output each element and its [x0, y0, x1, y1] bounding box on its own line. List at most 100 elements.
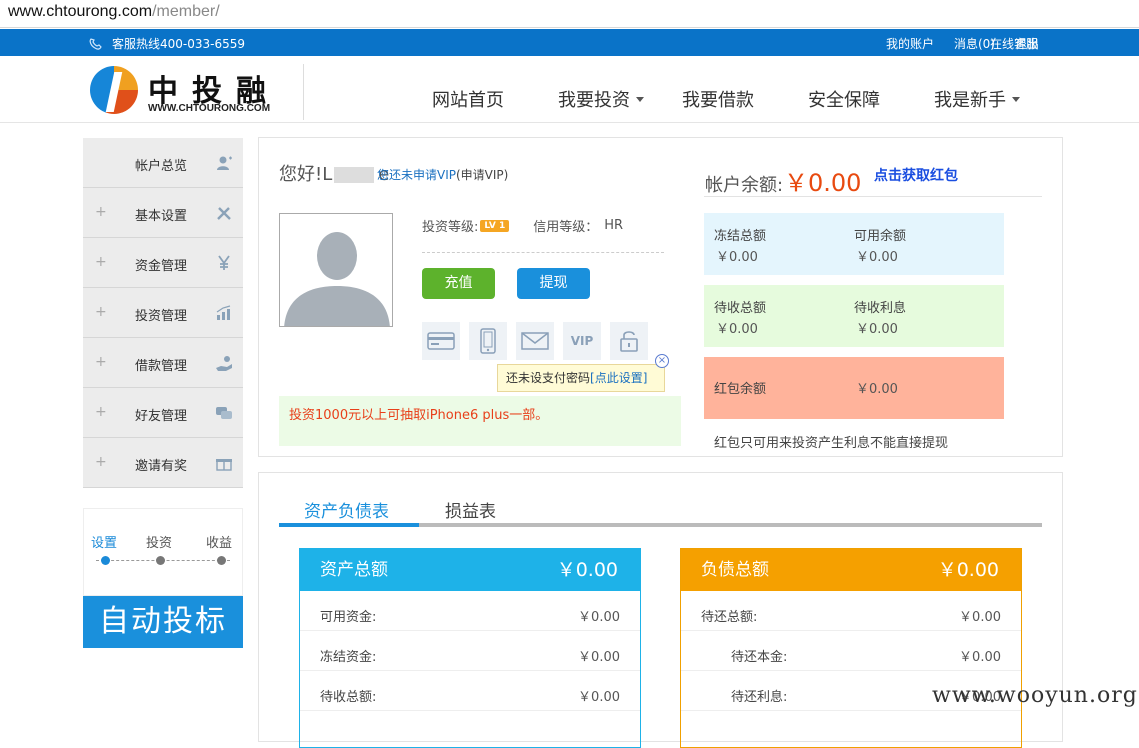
- credit-level-value: HR: [604, 218, 624, 233]
- table-row: 待还本金: ￥0.00: [681, 631, 1021, 671]
- expand-icon: +: [95, 404, 107, 420]
- withdraw-button[interactable]: 提现: [517, 268, 590, 299]
- phone-icon: [89, 37, 102, 50]
- user-icon: [215, 154, 233, 172]
- row-label: 待还总额:: [701, 610, 758, 625]
- table-row: 冻结资金: ￥0.00: [300, 631, 640, 671]
- sidebar-item-investments[interactable]: + 投资管理: [83, 288, 243, 338]
- nav-home[interactable]: 网站首页: [432, 86, 504, 112]
- vip-icon-text: VIP: [570, 334, 594, 348]
- avatar[interactable]: [279, 213, 393, 327]
- my-account-link[interactable]: 我的账户: [886, 35, 934, 52]
- sidebar-item-friends[interactable]: + 好友管理: [83, 388, 243, 438]
- vip-icon[interactable]: VIP: [563, 322, 601, 360]
- sidebar-item-label: 投资管理: [135, 309, 188, 324]
- table-row: 待收总额: ￥0.00: [300, 671, 640, 711]
- funds-pending-interest: 待收总额 ￥0.00 待收利息 ￥0.00: [704, 285, 1004, 347]
- funds-redpack: 红包余额 ￥0.00: [704, 357, 1004, 419]
- expand-icon: +: [95, 204, 107, 220]
- site-logo[interactable]: 中投融 WWW.CHTOURONG.COM: [90, 64, 304, 120]
- row-value: ￥0.00: [578, 650, 620, 665]
- get-redpack-link[interactable]: 点击获取红包: [874, 165, 958, 185]
- tab-income-statement[interactable]: 损益表: [445, 497, 496, 528]
- messages-link[interactable]: 消息(0): [954, 35, 995, 52]
- expand-icon: +: [95, 254, 107, 270]
- redpack-note: 红包只可用来投资产生利息不能直接提现: [714, 436, 949, 451]
- hotline: 客服热线400-033-6559: [88, 35, 245, 52]
- online-service-link[interactable]: 在线客服: [990, 35, 1038, 52]
- auto-bid-steps: 设置 投资 收益: [83, 508, 243, 596]
- interest-label: 待收利息: [854, 301, 907, 316]
- chat-icon: [215, 404, 233, 422]
- row-value: ￥0.00: [578, 690, 620, 705]
- step-dot: [217, 556, 226, 565]
- auto-bid-button[interactable]: 自动投标: [83, 596, 243, 648]
- row-value: ￥0.00: [578, 610, 620, 625]
- sidebar: 帐户总览 + 基本设置 + 资金管理 + 投资管理 + 借款管理 + 好友管理 …: [83, 138, 243, 488]
- tooltip-text: 还未设支付密码: [506, 371, 591, 385]
- debts-header: 负债总额 ￥0.00: [681, 549, 1021, 591]
- frozen-label: 冻结总额: [714, 229, 767, 244]
- divider: [704, 196, 1042, 197]
- nav-borrow[interactable]: 我要借款: [682, 86, 754, 112]
- promo-banner: 投资1000元以上可抽取iPhone6 plus一部。: [279, 396, 681, 446]
- credit-level-label: 信用等级：: [533, 220, 599, 235]
- masked-username: [334, 167, 375, 183]
- expand-icon: +: [95, 304, 107, 320]
- frozen-value: ￥0.00: [716, 250, 758, 265]
- sidebar-item-label: 好友管理: [135, 409, 188, 424]
- lock-icon[interactable]: [610, 322, 648, 360]
- row-label: 冻结资金:: [320, 650, 377, 665]
- sidebar-item-overview[interactable]: 帐户总览: [83, 138, 243, 188]
- logo-en-text: WWW.CHTOURONG.COM: [148, 103, 271, 114]
- debts-title: 负债总额: [701, 560, 769, 580]
- sidebar-item-settings[interactable]: + 基本设置: [83, 188, 243, 238]
- debts-card: 负债总额 ￥0.00 待还总额: ￥0.00 待还本金: ￥0.00 待还利息: ￥0…: [680, 548, 1022, 748]
- greeting: 您好!L e: [279, 164, 390, 185]
- sidebar-item-label: 资金管理: [135, 259, 188, 274]
- set-password-link[interactable]: [点此设置]: [590, 371, 647, 385]
- row-label: 待还利息:: [731, 690, 788, 705]
- sidebar-item-label: 帐户总览: [135, 159, 188, 174]
- security-icons: VIP: [422, 322, 657, 360]
- available-value: ￥0.00: [856, 250, 898, 265]
- vip-status: 您还未申请VIP(申请VIP): [377, 166, 508, 183]
- row-value: ￥0.00: [959, 610, 1001, 625]
- sidebar-item-label: 借款管理: [135, 359, 188, 374]
- nav-newbie[interactable]: 我是新手: [934, 86, 1020, 112]
- chevron-down-icon: [1012, 96, 1020, 102]
- email-icon[interactable]: [516, 322, 554, 360]
- close-icon[interactable]: ×: [655, 354, 669, 368]
- main-nav: 网站首页 我要投资 我要借款 安全保障 我是新手: [400, 86, 1020, 112]
- step-dot: [156, 556, 165, 565]
- table-row: 待还总额: ￥0.00: [681, 591, 1021, 631]
- browser-address-bar[interactable]: www.chtourong.com/member/: [0, 0, 1139, 28]
- chart-icon: [215, 304, 233, 322]
- hand-icon: [215, 354, 233, 372]
- invest-level-label: 投资等级:: [422, 220, 479, 235]
- logo-mark-icon: [90, 66, 138, 114]
- sidebar-item-loans[interactable]: + 借款管理: [83, 338, 243, 388]
- assets-header: 资产总额 ￥0.00: [300, 549, 640, 591]
- bankcard-icon[interactable]: [422, 322, 460, 360]
- url-text[interactable]: www.chtourong.com/member/: [8, 3, 220, 21]
- nav-security[interactable]: 安全保障: [808, 86, 880, 112]
- watermark-text: www.wooyun.org: [932, 683, 1138, 708]
- row-value: ￥0.00: [959, 650, 1001, 665]
- apply-vip-link[interactable]: (申请VIP): [456, 168, 508, 182]
- redpack-value: ￥0.00: [856, 382, 898, 397]
- interest-value: ￥0.00: [856, 322, 898, 337]
- row-label: 待还本金:: [731, 650, 788, 665]
- step-invest: 投资: [146, 536, 173, 551]
- mobile-icon[interactable]: [469, 322, 507, 360]
- row-label: 待收总额:: [320, 690, 377, 705]
- recharge-button[interactable]: 充值: [422, 268, 495, 299]
- top-bar: 客服热线400-033-6559 我的账户 消息(0) 退出 在线客服: [0, 29, 1139, 56]
- sidebar-item-invite[interactable]: + 邀请有奖: [83, 438, 243, 488]
- chevron-down-icon: [636, 96, 644, 102]
- balance-value: ￥0.00: [784, 169, 862, 197]
- sidebar-item-funds[interactable]: + 资金管理: [83, 238, 243, 288]
- nav-invest[interactable]: 我要投资: [558, 86, 644, 112]
- expand-icon: +: [95, 454, 107, 470]
- site-header: 中投融 WWW.CHTOURONG.COM 网站首页 我要投资 我要借款 安全保…: [0, 56, 1139, 123]
